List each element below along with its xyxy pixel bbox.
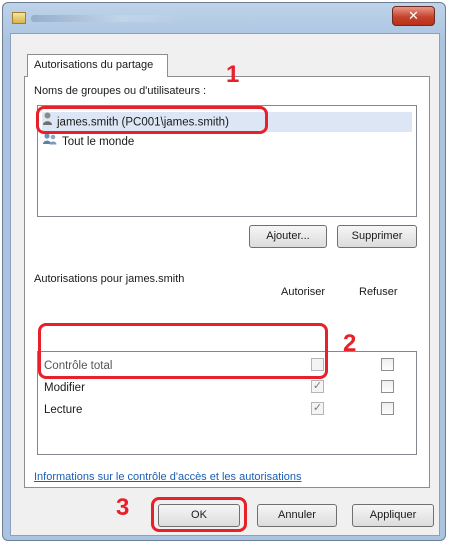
sharing-dialog-window: ✕ Autorisations du partage Noms de group… — [2, 2, 446, 541]
permission-row-read: Lecture — [44, 404, 82, 416]
read-allow-checkbox[interactable]: ✓ — [311, 402, 324, 415]
permission-row-modify: Modifier — [44, 382, 85, 394]
access-control-info-link[interactable]: Informations sur le contrôle d'accès et … — [34, 471, 301, 483]
app-icon — [12, 12, 26, 24]
annotation-step-2: 2 — [343, 330, 357, 357]
groups-listbox[interactable]: james.smith (PC001\james.smith) Tout le … — [37, 105, 417, 217]
full-control-deny-checkbox[interactable] — [381, 358, 394, 371]
add-button[interactable]: Ajouter... — [249, 225, 327, 248]
close-button[interactable]: ✕ — [392, 6, 435, 26]
permissions-list: Contrôle total Modifier ✓ Lecture ✓ — [37, 351, 417, 455]
allow-column-header: Autoriser — [281, 286, 326, 298]
modify-allow-checkbox[interactable]: ✓ — [311, 380, 324, 393]
group-icon — [42, 132, 58, 152]
ok-button[interactable]: OK — [158, 504, 240, 527]
permissions-title: Autorisations pour james.smith — [34, 273, 185, 285]
apply-button[interactable]: Appliquer — [352, 504, 434, 527]
tab-sharing-permissions[interactable]: Autorisations du partage — [27, 54, 169, 77]
list-item-label: Tout le monde — [62, 136, 135, 149]
modify-deny-checkbox[interactable] — [381, 380, 394, 393]
read-deny-checkbox[interactable] — [381, 402, 394, 415]
annotation-step-3: 3 — [116, 494, 130, 521]
remove-button[interactable]: Supprimer — [337, 225, 417, 248]
annotation-step-1: 1 — [226, 61, 240, 88]
user-icon — [42, 112, 53, 133]
list-item-everyone[interactable]: Tout le monde — [42, 132, 134, 152]
permission-label: Contrôle total — [44, 360, 113, 372]
list-item-james-smith[interactable]: james.smith (PC001\james.smith) — [42, 112, 412, 132]
cancel-button[interactable]: Annuler — [257, 504, 337, 527]
title-bar: ✕ — [3, 3, 445, 33]
full-control-allow-checkbox[interactable] — [311, 358, 324, 371]
blurred-window-title — [31, 15, 181, 22]
permission-label: Lecture — [44, 404, 83, 416]
tab-panel: Noms de groupes ou d'utilisateurs : jame… — [24, 76, 430, 488]
permission-label: Modifier — [44, 382, 85, 394]
groups-label: Noms de groupes ou d'utilisateurs : — [34, 85, 207, 97]
permission-row-full-control: Contrôle total — [44, 360, 112, 372]
list-item-label: james.smith (PC001\james.smith) — [57, 116, 229, 129]
deny-column-header: Refuser — [359, 286, 398, 298]
dialog-client-area: Autorisations du partage Noms de groupes… — [10, 33, 440, 536]
